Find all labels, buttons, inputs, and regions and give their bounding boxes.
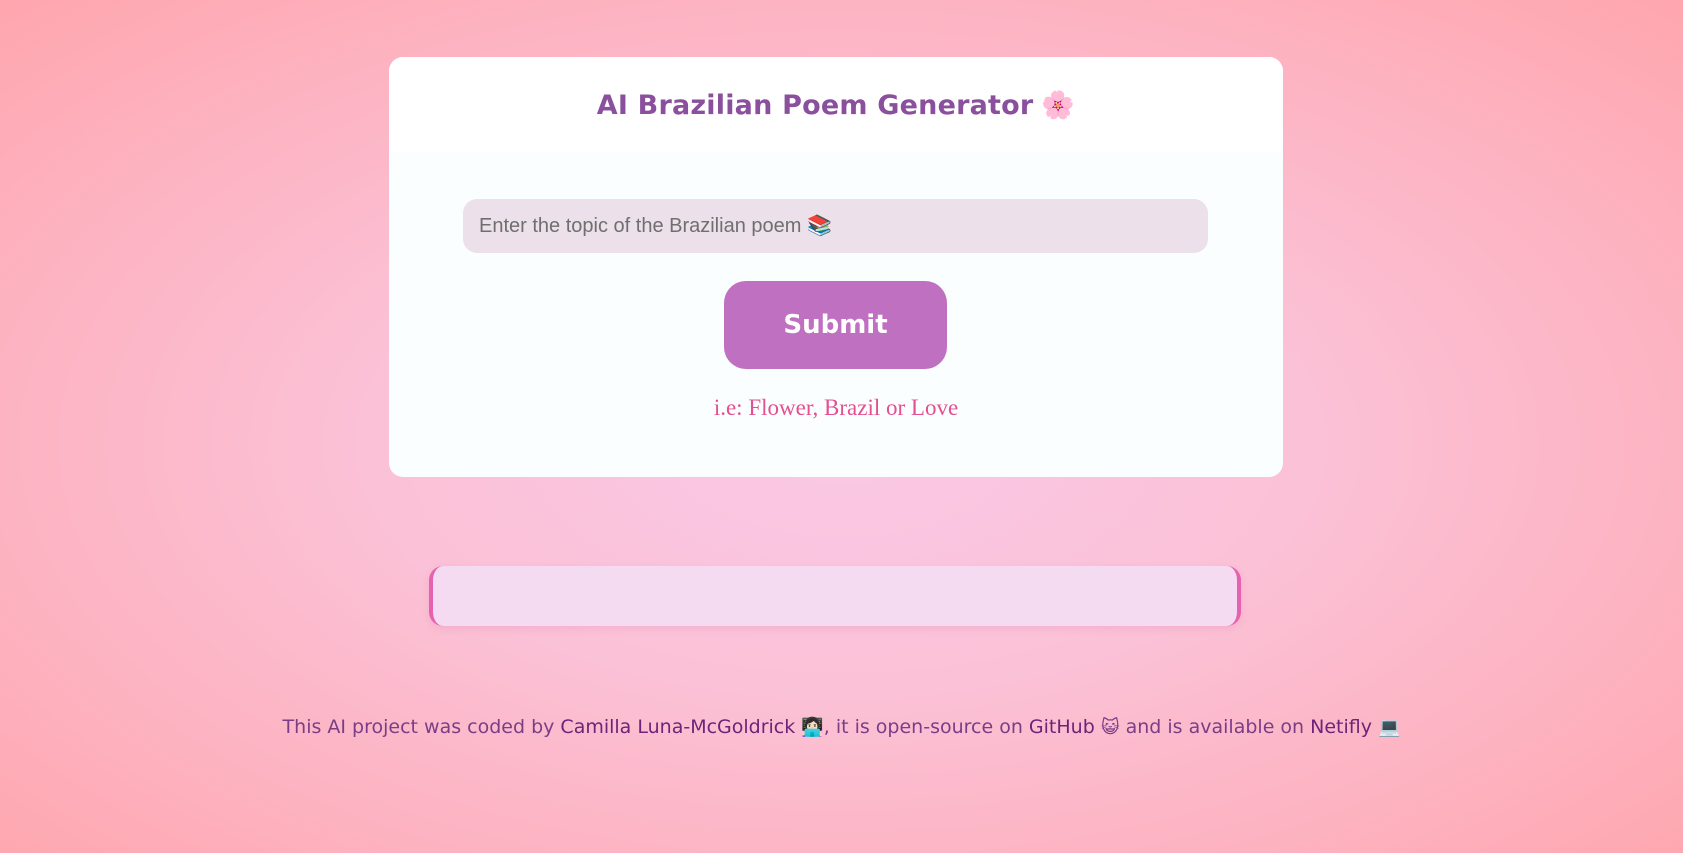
card-header: AI Brazilian Poem Generator 🌸 bbox=[389, 57, 1283, 152]
page-title: AI Brazilian Poem Generator 🌸 bbox=[597, 89, 1076, 121]
laptop-icon: 💻 bbox=[1378, 717, 1401, 738]
poem-output bbox=[429, 566, 1241, 626]
submit-button[interactable]: Submit bbox=[724, 281, 947, 369]
topic-input[interactable] bbox=[463, 199, 1208, 253]
footer-text-after: and is available on bbox=[1119, 716, 1311, 738]
footer-text-before: This AI project was coded by bbox=[282, 716, 561, 738]
github-link[interactable]: GitHub bbox=[1029, 716, 1095, 738]
netlify-link[interactable]: Netifly bbox=[1310, 716, 1372, 738]
cat-icon: 😺 bbox=[1100, 717, 1120, 738]
cherry-blossom-icon: 🌸 bbox=[1041, 89, 1076, 121]
poem-form-card: AI Brazilian Poem Generator🌸 Submit i.e:… bbox=[389, 57, 1283, 477]
technologist-icon: 👩🏻‍💻 bbox=[801, 717, 824, 738]
hint-text: i.e: Flower, Brazil or Love bbox=[713, 395, 959, 420]
footer-text-middle: , it is open-source on bbox=[823, 716, 1029, 738]
author-link[interactable]: Camilla Luna-McGoldrick bbox=[560, 716, 795, 738]
page-title-text: AI Brazilian Poem Generator bbox=[596, 89, 1034, 121]
footer: This AI project was coded by Camilla Lun… bbox=[0, 716, 1683, 738]
